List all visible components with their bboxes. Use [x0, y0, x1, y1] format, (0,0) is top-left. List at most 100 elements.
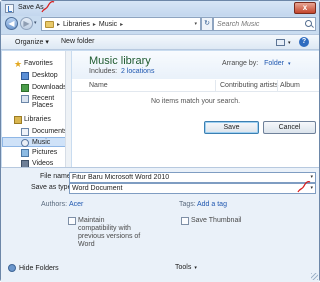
sidebar-item-pictures[interactable]: Pictures — [2, 148, 70, 158]
authors-label: Authors: — [41, 201, 68, 208]
library-header: Music library Includes: 2 locations Arra… — [72, 51, 319, 79]
sidebar-item-desktop[interactable]: Desktop — [2, 71, 70, 81]
file-name-field[interactable]: ▾ — [69, 172, 316, 183]
sidebar-item-libraries[interactable]: Libraries — [2, 115, 70, 125]
breadcrumb-separator-icon: ▸ — [120, 21, 124, 28]
save-as-type-value: Word Document — [72, 185, 123, 192]
organize-button[interactable]: Organize ▾ — [15, 38, 49, 46]
maintain-compatibility-label-line2[interactable]: compatibility with — [78, 225, 131, 233]
save-as-dialog: Save As x ◀ ▶ ▾ ▸ Libraries ▸ Music ▸ ▾ … — [0, 0, 320, 282]
arrange-by-dropdown[interactable]: Folder — [264, 60, 284, 67]
forward-button[interactable]: ▶ — [20, 17, 33, 30]
sidebar-item-recent-places[interactable]: Recent Places — [2, 94, 70, 109]
breadcrumb-separator-icon: ▸ — [92, 21, 96, 28]
maintain-compatibility-label-line4[interactable]: Word — [78, 241, 95, 249]
save-form: File name: ▾ Save as type: Word Document… — [1, 167, 319, 282]
cancel-button[interactable]: Cancel — [263, 121, 316, 134]
sidebar-item-label: Libraries — [24, 116, 51, 123]
locations-link[interactable]: 2 locations — [121, 68, 154, 75]
column-header-contributing-artists[interactable]: Contributing artists — [220, 82, 278, 89]
help-icon[interactable]: ? — [299, 37, 309, 47]
resize-grip[interactable] — [311, 273, 318, 280]
tools-label: Tools — [175, 264, 192, 271]
includes-label: Includes: — [89, 68, 118, 75]
sidebar-item-music[interactable]: Music — [2, 137, 70, 147]
maintain-compatibility-label-line1[interactable]: Maintain — [78, 217, 104, 225]
music-icon — [21, 139, 29, 147]
change-view-icon[interactable] — [276, 39, 285, 46]
tags-field[interactable]: Add a tag — [197, 201, 227, 208]
arrange-by-label: Arrange by: — [222, 60, 259, 67]
sidebar-item-downloads[interactable]: Downloads — [2, 83, 70, 93]
sidebar-item-label: Music — [32, 139, 51, 146]
column-divider[interactable] — [277, 80, 278, 92]
search-icon[interactable] — [305, 20, 312, 27]
desktop-icon — [21, 72, 29, 80]
file-name-input[interactable] — [72, 173, 302, 182]
sidebar-item-documents[interactable]: Documents — [2, 127, 70, 137]
music-folder-icon — [45, 20, 54, 28]
sidebar-item-label: Desktop — [32, 72, 58, 79]
command-toolbar: Organize ▾ New folder ▾ ? — [1, 34, 319, 50]
search-box[interactable] — [213, 17, 316, 31]
save-thumbnail-checkbox[interactable] — [181, 217, 189, 225]
recent-places-icon — [21, 95, 29, 103]
library-title: Music library — [89, 55, 151, 67]
sidebar-item-favorites[interactable]: ★ Favorites — [2, 59, 70, 69]
authors-value[interactable]: Acer — [69, 201, 83, 208]
save-as-type-select[interactable]: Word Document ▾ — [69, 183, 316, 194]
save-thumbnail-label[interactable]: Save Thumbnail — [191, 217, 241, 225]
arrange-by: Arrange by: Folder ▾ — [222, 60, 290, 67]
recent-pages-chevron-icon[interactable]: ▾ — [34, 20, 37, 26]
window-title: Save As — [18, 4, 44, 11]
back-button[interactable]: ◀ — [5, 17, 18, 30]
hide-folders-label: Hide Folders — [19, 264, 59, 272]
star-icon: ★ — [14, 59, 23, 69]
libraries-icon — [14, 116, 22, 124]
close-button[interactable]: x — [294, 2, 316, 14]
search-input[interactable] — [217, 19, 305, 29]
sidebar-item-label: Pictures — [32, 149, 58, 156]
view-options-chevron-icon[interactable]: ▾ — [288, 40, 291, 46]
sidebar-item-label: Documents — [32, 128, 68, 135]
breadcrumb-libraries[interactable]: Libraries — [63, 21, 90, 28]
navigation-pane: ★ Favorites Desktop Downloads Recent Pla… — [2, 51, 71, 167]
breadcrumb[interactable]: ▸ Libraries ▸ Music ▸ ▾ — [41, 17, 201, 31]
maintain-compatibility-label-line3[interactable]: previous versions of — [78, 233, 140, 241]
sidebar-item-videos[interactable]: Videos — [2, 159, 70, 167]
red-squiggle-mark-icon — [297, 180, 311, 193]
file-name-label: File name: — [40, 173, 73, 180]
empty-list-message: No items match your search. — [150, 98, 241, 105]
hide-folders-button[interactable]: Hide Folders — [8, 264, 59, 272]
videos-icon — [21, 160, 29, 167]
column-headers: Name Contributing artists Album — [72, 80, 319, 92]
library-includes: Includes: 2 locations — [89, 68, 154, 75]
column-header-album[interactable]: Album — [280, 82, 300, 89]
save-button[interactable]: Save — [204, 121, 259, 134]
breadcrumb-music[interactable]: Music — [99, 21, 117, 28]
address-dropdown-chevron-icon[interactable]: ▾ — [194, 21, 197, 27]
documents-icon — [21, 128, 29, 136]
collapse-arrow-icon — [8, 264, 16, 272]
refresh-button[interactable]: ↻ — [201, 17, 213, 31]
chevron-down-icon: ▾ — [194, 265, 197, 271]
pictures-icon — [21, 149, 29, 157]
word-app-icon — [5, 4, 14, 13]
sidebar-item-label: Videos — [32, 160, 54, 167]
save-as-type-label: Save as type: — [31, 184, 74, 191]
breadcrumb-separator-icon: ▸ — [57, 21, 61, 28]
red-squiggle-mark-icon — [41, 0, 55, 13]
sidebar-item-label: Favorites — [24, 60, 53, 67]
maintain-compatibility-checkbox[interactable] — [68, 217, 76, 225]
file-list-pane: Music library Includes: 2 locations Arra… — [72, 51, 319, 167]
title-bar: Save As x — [1, 0, 319, 16]
chevron-down-icon[interactable]: ▾ — [288, 61, 291, 67]
address-bar: ◀ ▶ ▾ ▸ Libraries ▸ Music ▸ ▾ ↻ — [1, 16, 319, 34]
navigation-scrollbar[interactable] — [65, 51, 71, 167]
new-folder-button[interactable]: New folder — [61, 38, 94, 45]
tags-label: Tags: — [179, 201, 196, 208]
sidebar-item-label: Downloads — [32, 84, 67, 91]
column-header-name[interactable]: Name — [89, 82, 108, 89]
tools-button[interactable]: Tools ▾ — [175, 264, 197, 271]
column-divider[interactable] — [215, 80, 216, 92]
